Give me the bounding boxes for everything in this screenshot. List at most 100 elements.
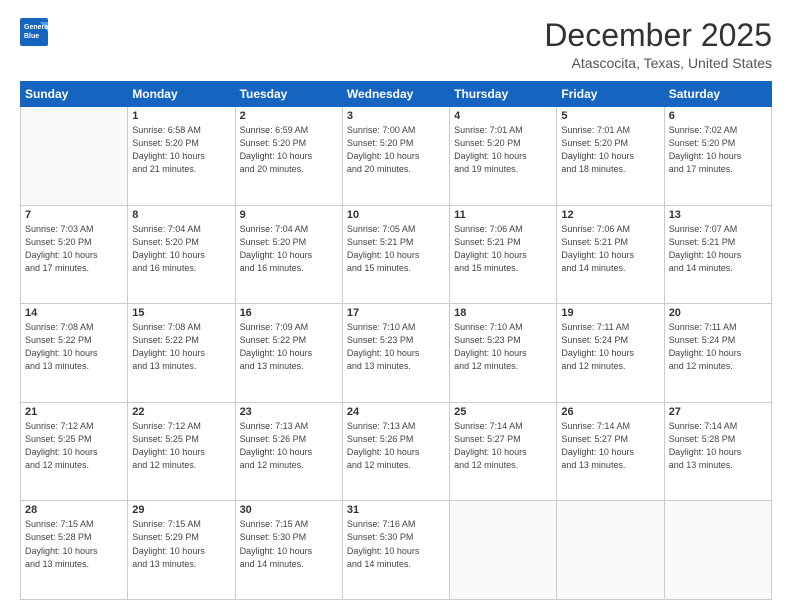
- week-row-3: 21 Sunrise: 7:12 AM Sunset: 5:25 PM Dayli…: [21, 402, 772, 501]
- day-cell: 29Sunrise: 7:15 AM Sunset: 5:29 PM Dayli…: [128, 501, 235, 600]
- day-info: Sunrise: 7:16 AM Sunset: 5:30 PM Dayligh…: [347, 518, 445, 570]
- day-info: Sunrise: 7:08 AM Sunset: 5:22 PM Dayligh…: [132, 321, 230, 373]
- day-number: 21: [25, 406, 123, 418]
- day-number: 26: [561, 406, 659, 418]
- day-number: 22: [132, 406, 230, 418]
- week-row-1: 7 Sunrise: 7:03 AM Sunset: 5:20 PM Daylig…: [21, 205, 772, 304]
- day-info: Sunrise: 7:14 AM Sunset: 5:28 PM Dayligh…: [669, 420, 767, 472]
- day-info: Sunrise: 7:13 AM Sunset: 5:26 PM Dayligh…: [347, 420, 445, 472]
- day-number: 14: [25, 307, 123, 319]
- day-cell: 2 Sunrise: 6:59 AM Sunset: 5:20 PM Daylig…: [235, 107, 342, 206]
- day-cell: 13 Sunrise: 7:07 AM Sunset: 5:21 PM Dayli…: [664, 205, 771, 304]
- day-cell: 15 Sunrise: 7:08 AM Sunset: 5:22 PM Dayli…: [128, 304, 235, 403]
- week-row-4: 28 Sunrise: 7:15 AM Sunset: 5:28 PM Dayli…: [21, 501, 772, 600]
- day-number: 18: [454, 307, 552, 319]
- weekday-header-friday: Friday: [557, 82, 664, 107]
- day-number: 17: [347, 307, 445, 319]
- day-info: Sunrise: 7:04 AM Sunset: 5:20 PM Dayligh…: [240, 223, 338, 275]
- day-cell: 19 Sunrise: 7:11 AM Sunset: 5:24 PM Dayli…: [557, 304, 664, 403]
- day-cell: 22 Sunrise: 7:12 AM Sunset: 5:25 PM Dayli…: [128, 402, 235, 501]
- day-info: Sunrise: 7:10 AM Sunset: 5:23 PM Dayligh…: [454, 321, 552, 373]
- day-number: 31: [347, 504, 445, 516]
- weekday-header-tuesday: Tuesday: [235, 82, 342, 107]
- day-cell: [450, 501, 557, 600]
- day-number: 11: [454, 209, 552, 221]
- week-row-2: 14 Sunrise: 7:08 AM Sunset: 5:22 PM Dayli…: [21, 304, 772, 403]
- week-row-0: 1 Sunrise: 6:58 AM Sunset: 5:20 PM Daylig…: [21, 107, 772, 206]
- weekday-header-wednesday: Wednesday: [342, 82, 449, 107]
- day-number: 12: [561, 209, 659, 221]
- day-number: 23: [240, 406, 338, 418]
- day-cell: [557, 501, 664, 600]
- day-cell: 9 Sunrise: 7:04 AM Sunset: 5:20 PM Daylig…: [235, 205, 342, 304]
- day-info: Sunrise: 7:13 AM Sunset: 5:26 PM Dayligh…: [240, 420, 338, 472]
- header: General Blue December 2025 Atascocita, T…: [20, 18, 772, 71]
- day-cell: 5 Sunrise: 7:01 AM Sunset: 5:20 PM Daylig…: [557, 107, 664, 206]
- day-cell: 8 Sunrise: 7:04 AM Sunset: 5:20 PM Daylig…: [128, 205, 235, 304]
- day-number: 1: [132, 110, 230, 122]
- day-cell: 6Sunrise: 7:02 AM Sunset: 5:20 PM Daylig…: [664, 107, 771, 206]
- day-cell: 26 Sunrise: 7:14 AM Sunset: 5:27 PM Dayli…: [557, 402, 664, 501]
- day-info: Sunrise: 7:11 AM Sunset: 5:24 PM Dayligh…: [669, 321, 767, 373]
- day-cell: 31 Sunrise: 7:16 AM Sunset: 5:30 PM Dayli…: [342, 501, 449, 600]
- day-number: 15: [132, 307, 230, 319]
- day-cell: 16 Sunrise: 7:09 AM Sunset: 5:22 PM Dayli…: [235, 304, 342, 403]
- weekday-header-monday: Monday: [128, 82, 235, 107]
- day-cell: 10 Sunrise: 7:05 AM Sunset: 5:21 PM Dayli…: [342, 205, 449, 304]
- day-cell: 24 Sunrise: 7:13 AM Sunset: 5:26 PM Dayli…: [342, 402, 449, 501]
- logo: General Blue: [20, 18, 50, 46]
- day-cell: 4 Sunrise: 7:01 AM Sunset: 5:20 PM Daylig…: [450, 107, 557, 206]
- day-info: Sunrise: 7:02 AM Sunset: 5:20 PM Dayligh…: [669, 124, 767, 176]
- day-cell: 12 Sunrise: 7:06 AM Sunset: 5:21 PM Dayli…: [557, 205, 664, 304]
- logo-icon: General Blue: [20, 18, 50, 46]
- day-number: 7: [25, 209, 123, 221]
- day-info: Sunrise: 6:58 AM Sunset: 5:20 PM Dayligh…: [132, 124, 230, 176]
- day-number: 24: [347, 406, 445, 418]
- day-info: Sunrise: 7:08 AM Sunset: 5:22 PM Dayligh…: [25, 321, 123, 373]
- day-info: Sunrise: 7:04 AM Sunset: 5:20 PM Dayligh…: [132, 223, 230, 275]
- title-block: December 2025 Atascocita, Texas, United …: [544, 18, 772, 71]
- day-cell: 23 Sunrise: 7:13 AM Sunset: 5:26 PM Dayli…: [235, 402, 342, 501]
- day-number: 19: [561, 307, 659, 319]
- day-cell: 20 Sunrise: 7:11 AM Sunset: 5:24 PM Dayli…: [664, 304, 771, 403]
- day-info: Sunrise: 7:14 AM Sunset: 5:27 PM Dayligh…: [561, 420, 659, 472]
- day-number: 28: [25, 504, 123, 516]
- day-info: Sunrise: 7:01 AM Sunset: 5:20 PM Dayligh…: [454, 124, 552, 176]
- day-info: Sunrise: 7:00 AM Sunset: 5:20 PM Dayligh…: [347, 124, 445, 176]
- day-cell: 18 Sunrise: 7:10 AM Sunset: 5:23 PM Dayli…: [450, 304, 557, 403]
- day-cell: 28 Sunrise: 7:15 AM Sunset: 5:28 PM Dayli…: [21, 501, 128, 600]
- day-cell: 27Sunrise: 7:14 AM Sunset: 5:28 PM Dayli…: [664, 402, 771, 501]
- day-info: Sunrise: 6:59 AM Sunset: 5:20 PM Dayligh…: [240, 124, 338, 176]
- day-number: 8: [132, 209, 230, 221]
- day-info: Sunrise: 7:01 AM Sunset: 5:20 PM Dayligh…: [561, 124, 659, 176]
- day-info: Sunrise: 7:10 AM Sunset: 5:23 PM Dayligh…: [347, 321, 445, 373]
- day-number: 10: [347, 209, 445, 221]
- day-info: Sunrise: 7:15 AM Sunset: 5:30 PM Dayligh…: [240, 518, 338, 570]
- day-number: 25: [454, 406, 552, 418]
- month-title: December 2025: [544, 18, 772, 53]
- day-number: 9: [240, 209, 338, 221]
- day-number: 5: [561, 110, 659, 122]
- day-info: Sunrise: 7:03 AM Sunset: 5:20 PM Dayligh…: [25, 223, 123, 275]
- day-info: Sunrise: 7:12 AM Sunset: 5:25 PM Dayligh…: [132, 420, 230, 472]
- day-info: Sunrise: 7:06 AM Sunset: 5:21 PM Dayligh…: [561, 223, 659, 275]
- page: General Blue December 2025 Atascocita, T…: [0, 0, 792, 612]
- day-cell: [664, 501, 771, 600]
- day-info: Sunrise: 7:05 AM Sunset: 5:21 PM Dayligh…: [347, 223, 445, 275]
- day-number: 16: [240, 307, 338, 319]
- day-number: 20: [669, 307, 767, 319]
- day-cell: 17 Sunrise: 7:10 AM Sunset: 5:23 PM Dayli…: [342, 304, 449, 403]
- day-number: 13: [669, 209, 767, 221]
- weekday-header-row: SundayMondayTuesdayWednesdayThursdayFrid…: [21, 82, 772, 107]
- day-number: 2: [240, 110, 338, 122]
- day-number: 4: [454, 110, 552, 122]
- day-info: Sunrise: 7:15 AM Sunset: 5:28 PM Dayligh…: [25, 518, 123, 570]
- svg-text:Blue: Blue: [24, 33, 39, 40]
- day-info: Sunrise: 7:12 AM Sunset: 5:25 PM Dayligh…: [25, 420, 123, 472]
- weekday-header-saturday: Saturday: [664, 82, 771, 107]
- day-cell: 25Sunrise: 7:14 AM Sunset: 5:27 PM Dayli…: [450, 402, 557, 501]
- day-info: Sunrise: 7:11 AM Sunset: 5:24 PM Dayligh…: [561, 321, 659, 373]
- day-info: Sunrise: 7:07 AM Sunset: 5:21 PM Dayligh…: [669, 223, 767, 275]
- day-cell: 14 Sunrise: 7:08 AM Sunset: 5:22 PM Dayli…: [21, 304, 128, 403]
- day-info: Sunrise: 7:09 AM Sunset: 5:22 PM Dayligh…: [240, 321, 338, 373]
